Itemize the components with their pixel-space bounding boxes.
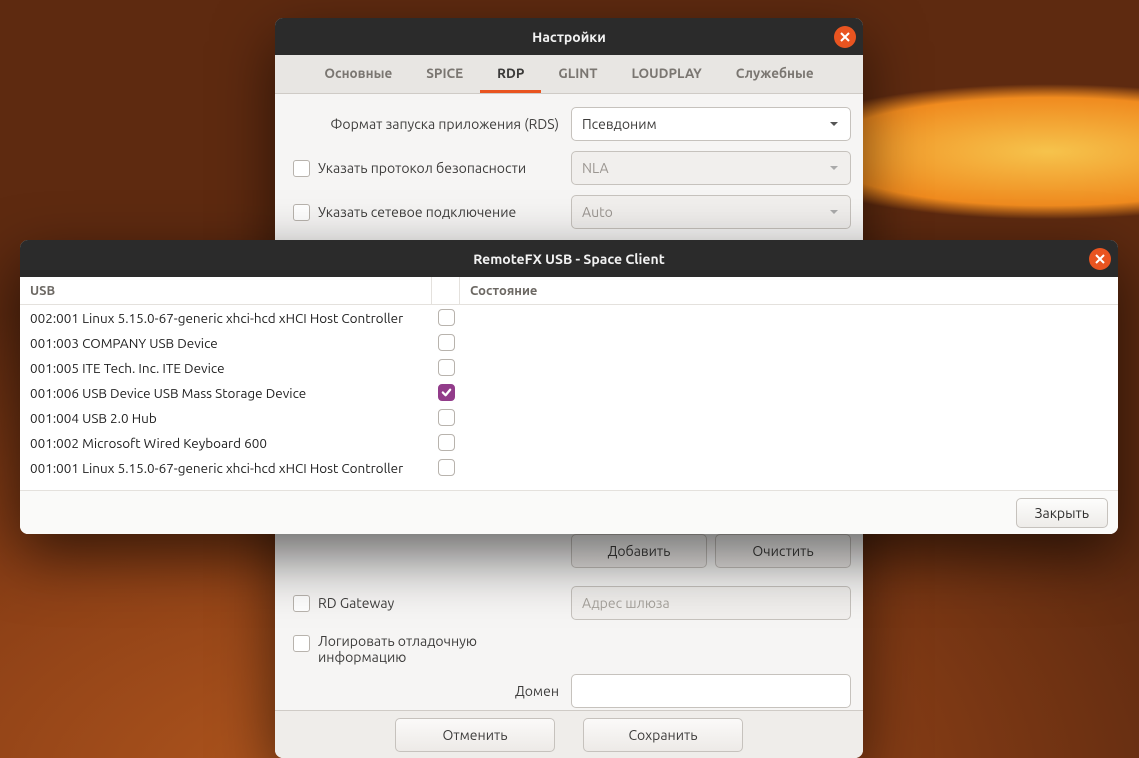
chevron-down-icon: [828, 162, 840, 174]
usb-device-name: 001:001 Linux 5.15.0-67-generic xhci-hcd…: [30, 460, 432, 476]
security-protocol-label: Указать протокол безопасности: [318, 160, 526, 176]
log-debug-checkbox[interactable]: [293, 635, 310, 652]
tab-general[interactable]: Основные: [307, 55, 409, 93]
security-protocol-checkbox[interactable]: [293, 160, 310, 177]
usb-device-row[interactable]: 001:001 Linux 5.15.0-67-generic xhci-hcd…: [20, 455, 1118, 480]
settings-close-button[interactable]: [834, 26, 856, 48]
usb-device-checkbox[interactable]: [438, 409, 455, 426]
log-debug-label: Логировать отладочную информацию: [318, 633, 538, 665]
tab-loudplay[interactable]: LOUDPLAY: [614, 55, 718, 93]
chevron-down-icon: [828, 206, 840, 218]
usb-device-row[interactable]: 001:003 COMPANY USB Device: [20, 330, 1118, 355]
usb-device-name: 001:005 ITE Tech. Inc. ITE Device: [30, 360, 432, 376]
network-connection-checkbox[interactable]: [293, 204, 310, 221]
add-button[interactable]: Добавить: [571, 534, 707, 568]
usb-device-checkbox[interactable]: [438, 434, 455, 451]
usb-device-checkbox[interactable]: [438, 359, 455, 376]
usb-device-checkbox[interactable]: [438, 309, 455, 326]
usb-device-name: 001:002 Microsoft Wired Keyboard 600: [30, 435, 432, 451]
close-icon: [840, 29, 850, 45]
usb-device-row[interactable]: 002:001 Linux 5.15.0-67-generic xhci-hcd…: [20, 305, 1118, 330]
tab-rdp[interactable]: RDP: [480, 55, 541, 93]
usb-device-name: 001:003 COMPANY USB Device: [30, 335, 432, 351]
rd-gateway-address-input[interactable]: [571, 586, 851, 620]
tab-service[interactable]: Служебные: [719, 55, 831, 93]
close-icon: [1095, 251, 1105, 267]
usb-device-checkbox[interactable]: [438, 384, 455, 401]
usb-footer: Закрыть: [20, 490, 1118, 534]
usb-device-row[interactable]: 001:005 ITE Tech. Inc. ITE Device: [20, 355, 1118, 380]
usb-device-list: 002:001 Linux 5.15.0-67-generic xhci-hcd…: [20, 305, 1118, 490]
rd-gateway-label: RD Gateway: [318, 595, 394, 611]
usb-window-close-button[interactable]: [1089, 248, 1111, 270]
usb-dialog: RemoteFX USB - Space Client USB Состояни…: [20, 240, 1118, 534]
usb-device-row[interactable]: 001:002 Microsoft Wired Keyboard 600: [20, 430, 1118, 455]
domain-input[interactable]: [571, 674, 851, 708]
usb-col-usb: USB: [30, 284, 55, 298]
usb-device-checkbox[interactable]: [438, 459, 455, 476]
clear-button[interactable]: Очистить: [715, 534, 851, 568]
usb-device-row[interactable]: 001:006 USB Device USB Mass Storage Devi…: [20, 380, 1118, 405]
usb-device-name: 001:006 USB Device USB Mass Storage Devi…: [30, 385, 432, 401]
chevron-down-icon: [828, 118, 840, 130]
settings-tabbar: Основные SPICE RDP GLINT LOUDPLAY Служеб…: [275, 55, 863, 94]
settings-titlebar: Настройки: [275, 18, 863, 55]
usb-col-state: Состояние: [470, 284, 537, 298]
rds-label: Формат запуска приложения (RDS): [330, 116, 559, 132]
usb-title: RemoteFX USB - Space Client: [473, 251, 664, 267]
usb-device-name: 001:004 USB 2.0 Hub: [30, 410, 432, 426]
security-protocol-combo[interactable]: NLA: [571, 151, 851, 185]
network-connection-combo[interactable]: Auto: [571, 195, 851, 229]
usb-close-button[interactable]: Закрыть: [1016, 498, 1108, 528]
usb-titlebar: RemoteFX USB - Space Client: [20, 240, 1118, 277]
tab-spice[interactable]: SPICE: [409, 55, 480, 93]
rd-gateway-checkbox[interactable]: [293, 595, 310, 612]
usb-table-header: USB Состояние: [20, 277, 1118, 305]
rds-combo[interactable]: Псевдоним: [571, 107, 851, 141]
usb-device-name: 002:001 Linux 5.15.0-67-generic xhci-hcd…: [30, 310, 432, 326]
usb-col-check: [432, 277, 460, 304]
tab-glint[interactable]: GLINT: [541, 55, 614, 93]
cancel-button[interactable]: Отменить: [395, 718, 555, 752]
usb-device-checkbox[interactable]: [438, 334, 455, 351]
settings-footer: Отменить Сохранить: [275, 710, 863, 758]
settings-title: Настройки: [532, 29, 606, 45]
network-connection-label: Указать сетевое подключение: [318, 204, 516, 220]
save-button[interactable]: Сохранить: [583, 718, 743, 752]
usb-device-row[interactable]: 001:004 USB 2.0 Hub: [20, 405, 1118, 430]
domain-label: Домен: [515, 683, 559, 699]
